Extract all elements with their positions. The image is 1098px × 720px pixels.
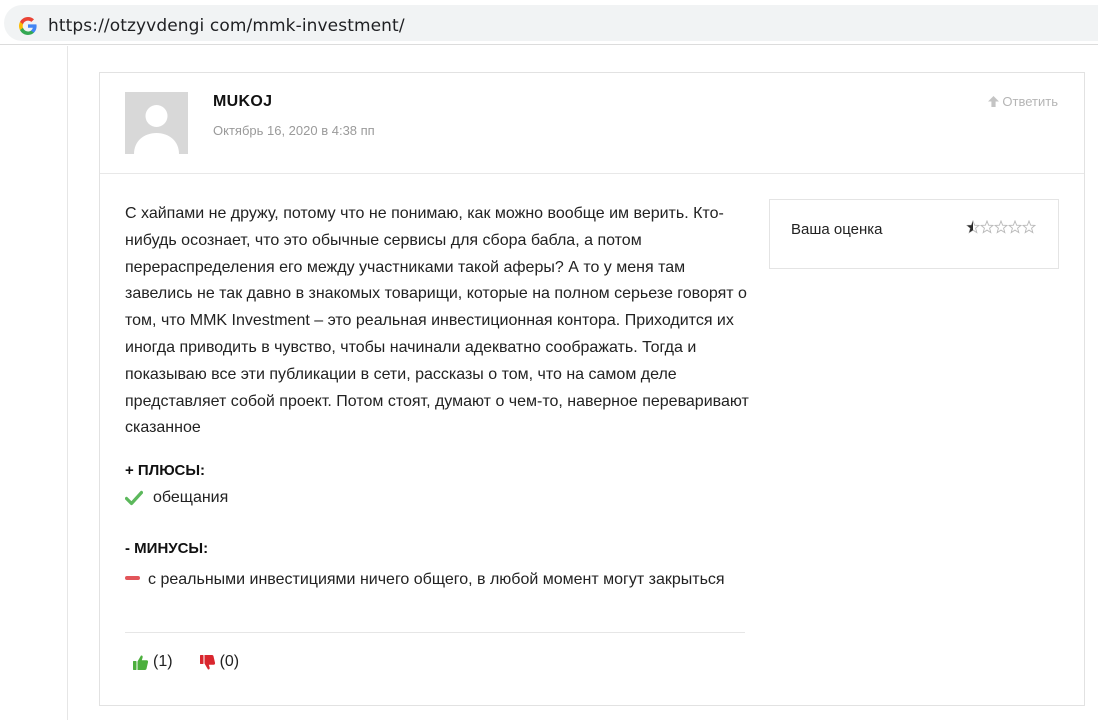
comment-text: С хайпами не дружу, потому что не понима… [125, 205, 749, 437]
avatar [125, 92, 188, 154]
browser-address-bar: https://otzyvdengi com/mmk-investment/ [0, 0, 1098, 45]
arrow-up-icon [988, 96, 1000, 107]
star-icon[interactable] [966, 220, 980, 234]
rating-label: Ваша оценка [791, 221, 883, 238]
reply-button[interactable]: Ответить [987, 94, 1058, 109]
thumbs-up-icon [133, 654, 149, 670]
con-item: с реальными инвестициями ничего общего, … [125, 566, 725, 593]
cons-title: - МИНУСЫ: [125, 540, 209, 557]
pro-item: обещания [125, 489, 228, 507]
omnibox[interactable]: https://otzyvdengi com/mmk-investment/ [4, 5, 1098, 41]
comment-date: Октябрь 16, 2020 в 4:38 пп [213, 123, 375, 138]
vote-bar: (1) (0) [132, 653, 265, 671]
upvote-count: (1) [153, 653, 173, 670]
star-icon[interactable] [1008, 220, 1022, 234]
star-icon[interactable] [994, 220, 1008, 234]
rating-box: Ваша оценка [769, 199, 1059, 269]
divider [125, 632, 745, 633]
upvote-button[interactable]: (1) [132, 653, 173, 671]
page-left-border [67, 46, 68, 720]
reply-label: Ответить [1002, 94, 1058, 109]
thumbs-down-icon [199, 654, 215, 670]
url-text[interactable]: https://otzyvdengi com/mmk-investment/ [48, 16, 405, 36]
pro-item-text: обещания [153, 489, 229, 506]
rating-stars[interactable] [966, 220, 1036, 234]
avatar-placeholder-icon [125, 92, 188, 154]
minus-icon [125, 575, 140, 580]
comment-author[interactable]: MUKOJ [213, 93, 272, 111]
con-item-text: с реальными инвестициями ничего общего, … [148, 571, 725, 588]
google-icon [19, 17, 37, 35]
comment-card: MUKOJ Октябрь 16, 2020 в 4:38 пп Ответит… [99, 72, 1085, 706]
comment-header: MUKOJ Октябрь 16, 2020 в 4:38 пп Ответит… [100, 73, 1084, 174]
downvote-count: (0) [219, 653, 240, 670]
star-icon[interactable] [1022, 220, 1036, 234]
pros-title: + ПЛЮСЫ: [125, 462, 206, 479]
check-icon [125, 490, 143, 506]
star-icon[interactable] [980, 220, 994, 234]
downvote-button[interactable]: (0) [199, 653, 240, 671]
